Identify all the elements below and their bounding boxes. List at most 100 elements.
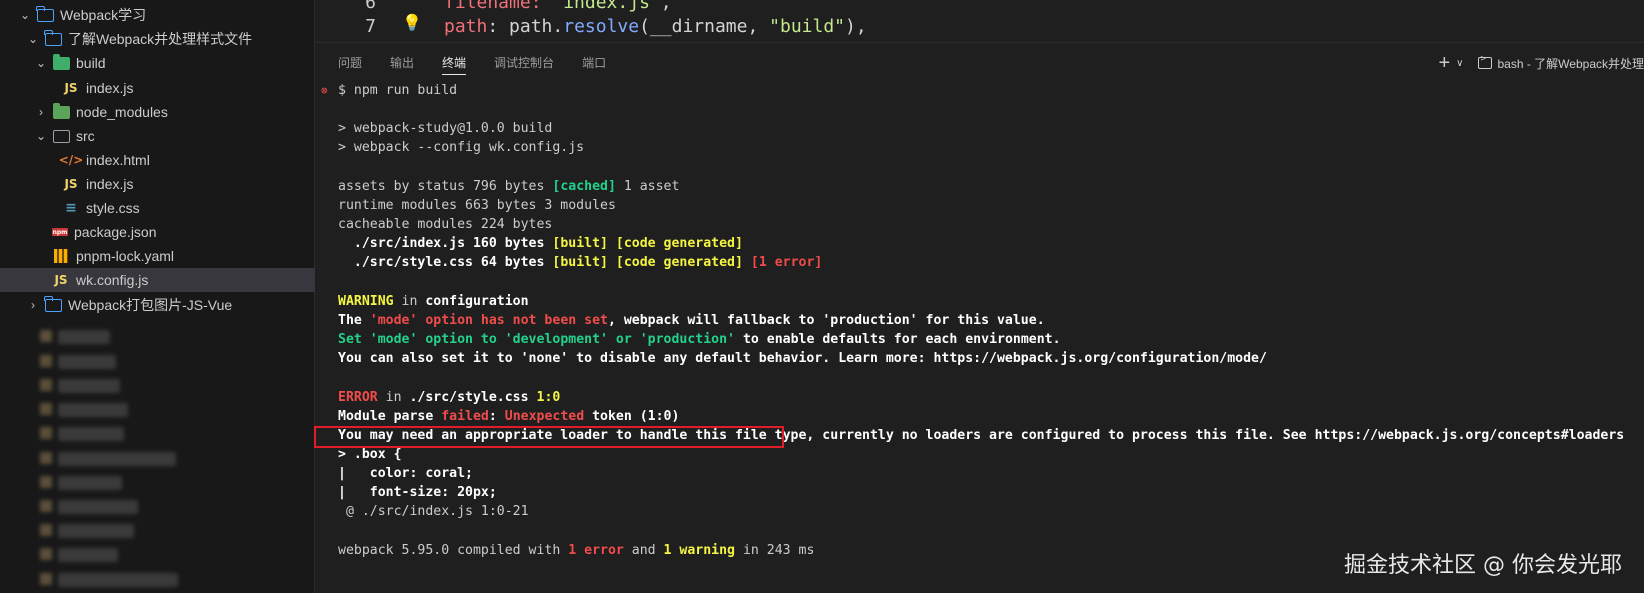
- code-generated-tag: [code generated]: [615, 236, 743, 251]
- chevron-right-icon[interactable]: ›: [34, 105, 48, 119]
- text: to enable defaults for each environment.: [735, 332, 1061, 347]
- bottom-panel: 问题 输出 终端 调试控制台 端口 + ∨ bash - 了解Webpack并处…: [314, 42, 1644, 593]
- tree-item-build-index-js[interactable]: JS index.js: [0, 76, 315, 100]
- build-folder-icon: [52, 53, 70, 71]
- text: assets by status 796 bytes: [338, 179, 553, 194]
- text: and: [623, 543, 664, 558]
- built-tag: [built]: [552, 236, 608, 251]
- tree-item-label: node_modules: [76, 104, 168, 120]
- error-position: 1:0: [528, 390, 561, 405]
- warning-location: configuration: [425, 294, 529, 309]
- tree-item-webpack-styles[interactable]: ⌄ 了解Webpack并处理样式文件: [0, 27, 315, 51]
- terminal-instance-label[interactable]: bash - 了解Webpack并处理: [1498, 55, 1644, 72]
- tab-ports[interactable]: 端口: [582, 43, 606, 83]
- tab-terminal[interactable]: 终端: [442, 43, 467, 83]
- tree-item-label: src: [76, 128, 95, 144]
- terminal-line: assets by status 796 bytes [cached] 1 as…: [338, 177, 679, 197]
- tree-item-node-modules[interactable]: › node_modules: [0, 100, 315, 124]
- chevron-down-icon[interactable]: ∨: [1456, 58, 1463, 69]
- error-circle-icon[interactable]: ⊗: [321, 81, 328, 101]
- chevron-right-icon[interactable]: ›: [26, 298, 40, 312]
- highlight-text: Unexpected: [504, 409, 585, 424]
- css-file-icon: ≡: [65, 200, 77, 216]
- terminal-line: WARNING in configuration: [338, 292, 529, 312]
- text: , webpack will fallback to 'production' …: [607, 313, 1045, 328]
- terminal-prompt: $ npm run build: [338, 83, 458, 98]
- tree-item-webpack-images[interactable]: › Webpack打包图片-JS-Vue: [0, 293, 315, 317]
- tree-item-label: wk.config.js: [76, 272, 149, 288]
- tree-item-webpack-study[interactable]: ⌄ Webpack学习: [0, 3, 315, 27]
- tree-item-label: pnpm-lock.yaml: [76, 248, 175, 264]
- error-count: 1 error: [568, 543, 624, 558]
- code-line: filename: "index.js",: [444, 0, 672, 13]
- terminal-line: Module parse failed: Unexpected token (1…: [338, 407, 679, 427]
- chevron-down-icon[interactable]: ⌄: [26, 32, 40, 46]
- tab-output[interactable]: 输出: [390, 43, 414, 83]
- watermark: 掘金技术社区 @ 你会发光耶: [1344, 553, 1622, 578]
- panel-tabs: 问题 输出 终端 调试控制台 端口: [316, 43, 634, 83]
- tree-item-package-json[interactable]: npm package.json: [0, 220, 315, 244]
- code-generated-tag: [code generated]: [615, 255, 743, 270]
- code-line: path: path.resolve(__dirname, "build"),: [444, 16, 867, 37]
- terminal-line: The 'mode' option has not been set, webp…: [338, 311, 1045, 331]
- tree-item-label: build: [76, 55, 106, 71]
- tree-item-style-css[interactable]: ≡ style.css: [0, 196, 315, 220]
- text: in 243 ms: [735, 543, 815, 558]
- folder-icon: [44, 295, 62, 313]
- terminal-line: Set 'mode' option to 'development' or 'p…: [338, 330, 1061, 350]
- text: Module parse: [338, 409, 442, 424]
- tree-item-label: index.js: [86, 80, 134, 96]
- tree-item-wk-config[interactable]: JS wk.config.js: [0, 268, 315, 292]
- folder-icon: [36, 5, 54, 23]
- chevron-down-icon[interactable]: ⌄: [18, 8, 32, 22]
- code-string: "index.js": [552, 0, 661, 13]
- terminal-line: webpack 5.95.0 compiled with 1 error and…: [338, 541, 814, 561]
- code-object: path.: [509, 16, 564, 37]
- terminal-line: ./src/index.js 160 bytes [built] [code g…: [338, 234, 743, 254]
- warning-count: 1 warning: [663, 543, 735, 558]
- tree-item-src-index-js[interactable]: JS index.js: [0, 172, 315, 196]
- terminal-line: > webpack --config wk.config.js: [338, 140, 585, 155]
- chevron-down-icon[interactable]: ⌄: [34, 129, 48, 143]
- tree-item-label: style.css: [86, 200, 140, 216]
- module-path: ./src/style.css 64 bytes: [338, 255, 553, 270]
- code-args: (__dirname,: [639, 16, 770, 37]
- tree-item-pnpm-lock[interactable]: pnpm-lock.yaml: [0, 244, 315, 268]
- code-punct: :: [487, 16, 510, 37]
- node-modules-folder-icon: [52, 102, 70, 120]
- tree-item-label: index.js: [86, 176, 134, 192]
- cached-tag: [cached]: [552, 179, 616, 194]
- terminal-line: | font-size: 20px;: [338, 485, 497, 500]
- terminal-line: @ ./src/index.js 1:0-21: [338, 504, 529, 519]
- text: in: [393, 294, 426, 309]
- src-folder-icon: [52, 128, 70, 144]
- text: token (1:0): [584, 409, 680, 424]
- folder-icon: [44, 29, 62, 47]
- text: 1 asset: [615, 179, 680, 194]
- tab-problems[interactable]: 问题: [338, 43, 362, 83]
- terminal-line: > webpack-study@1.0.0 build: [338, 121, 553, 136]
- tree-item-label: index.html: [86, 152, 150, 168]
- error-location: ./src/style.css: [409, 390, 529, 405]
- highlight-text: Set: [338, 332, 370, 347]
- built-tag: [built]: [552, 255, 608, 270]
- text: in: [377, 390, 410, 405]
- terminal-line: | color: coral;: [338, 466, 473, 481]
- lightbulb-icon[interactable]: 💡: [402, 13, 422, 32]
- tree-item-label: 了解Webpack并处理样式文件: [68, 31, 253, 47]
- tab-debug-console[interactable]: 调试控制台: [494, 43, 554, 83]
- tree-item-src[interactable]: ⌄ src: [0, 124, 315, 148]
- js-file-icon: JS: [64, 177, 78, 191]
- highlight-text: 'mode' option to 'development' or 'produ…: [369, 332, 735, 347]
- js-file-icon: JS: [64, 81, 78, 95]
- code-editor[interactable]: 6 filename: "index.js", 7 💡 path: path.r…: [316, 0, 1644, 42]
- warning-label: WARNING: [338, 294, 394, 309]
- terminal-line: runtime modules 663 bytes 3 modules: [338, 198, 616, 213]
- line-number: 6: [365, 0, 376, 13]
- tree-item-index-html[interactable]: </> index.html: [0, 148, 315, 172]
- chevron-down-icon[interactable]: ⌄: [34, 56, 48, 70]
- tree-item-label: Webpack打包图片-JS-Vue: [68, 297, 233, 313]
- tree-item-build[interactable]: ⌄ build: [0, 51, 315, 75]
- new-terminal-button[interactable]: +: [1438, 52, 1450, 75]
- terminal-line: > .box {: [338, 447, 402, 462]
